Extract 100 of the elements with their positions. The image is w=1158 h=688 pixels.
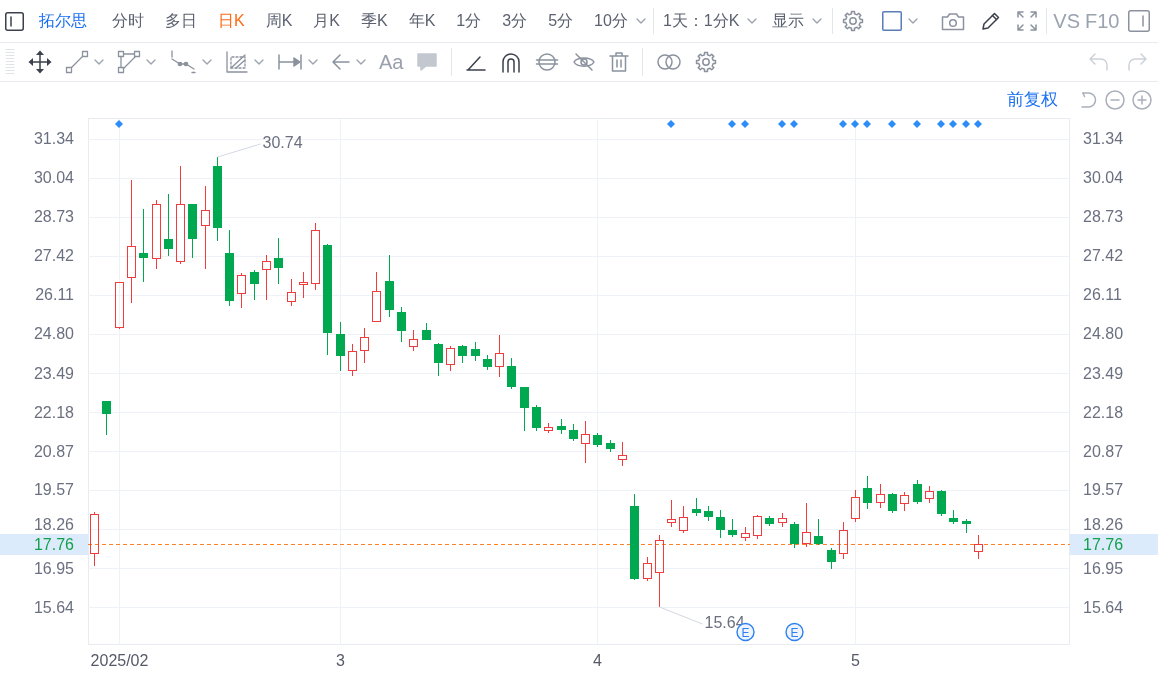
diamond-marker-icon[interactable]	[851, 120, 859, 128]
price-axis-label: 30.04	[33, 169, 74, 187]
period-tab[interactable]: 周K	[265, 11, 293, 31]
candlestick	[753, 514, 762, 540]
diamond-marker-icon[interactable]	[937, 120, 945, 128]
circle-lines-icon[interactable]	[535, 50, 560, 74]
current-price-tag: 17.76	[0, 534, 88, 555]
candlestick	[618, 441, 627, 467]
polygon-icon[interactable]	[117, 50, 141, 74]
diamond-marker-icon[interactable]	[115, 120, 123, 128]
diamond-marker-icon[interactable]	[741, 120, 749, 128]
diamond-marker-icon[interactable]	[667, 120, 675, 128]
measure-icon[interactable]	[277, 52, 303, 72]
camera-icon[interactable]	[941, 10, 966, 32]
candlestick	[495, 334, 504, 378]
candlestick	[692, 497, 701, 517]
settings-icon[interactable]	[695, 51, 718, 73]
caret-icon[interactable]	[94, 59, 104, 65]
caret-icon[interactable]	[356, 59, 366, 65]
candlestick	[827, 547, 836, 570]
overlap-circles-icon[interactable]	[656, 52, 683, 72]
candlestick	[643, 556, 652, 582]
period-tab[interactable]: 分时	[112, 11, 144, 31]
square-icon[interactable]	[882, 11, 903, 31]
diamond-marker-icon[interactable]	[962, 120, 970, 128]
diamond-marker-icon[interactable]	[888, 120, 896, 128]
candlestick	[458, 344, 467, 364]
period-tab[interactable]: 5分	[548, 11, 574, 31]
reset-icon[interactable]	[1078, 90, 1098, 110]
arch-icon[interactable]	[500, 51, 523, 73]
speech-bubble-icon[interactable]	[416, 51, 439, 73]
minute-dropdown[interactable]: 10分	[594, 11, 646, 31]
move-icon[interactable]	[28, 50, 52, 74]
price-axis-label: 26.11	[1083, 286, 1122, 304]
fullscreen-icon[interactable]	[1016, 10, 1039, 32]
price-adjustment-button[interactable]: 前复权	[1007, 89, 1058, 111]
candlestick	[274, 237, 283, 285]
period-tab[interactable]: 季K	[361, 11, 388, 31]
arrow-icon[interactable]	[331, 52, 351, 72]
candlestick	[360, 327, 369, 364]
caret-icon[interactable]	[635, 18, 646, 24]
candlestick	[925, 485, 934, 504]
candlestick	[237, 272, 246, 309]
candlestick	[679, 505, 688, 534]
diamond-marker-icon[interactable]	[778, 120, 786, 128]
price-axis-label: 20.87	[33, 442, 74, 460]
hatched-chart-icon[interactable]	[225, 50, 249, 74]
candlestick	[188, 203, 197, 259]
caret-icon[interactable]	[747, 18, 758, 24]
candlestick	[520, 386, 529, 432]
diamond-marker-icon[interactable]	[974, 120, 982, 128]
candlestick	[606, 439, 615, 453]
polyline-icon[interactable]	[169, 50, 197, 74]
diamond-marker-icon[interactable]	[728, 120, 736, 128]
candlestick	[716, 509, 725, 539]
candlestick	[471, 341, 480, 362]
period-tab[interactable]: 多日	[165, 11, 197, 31]
caret-icon[interactable]	[254, 59, 264, 65]
caret-icon[interactable]	[308, 59, 318, 65]
candlestick	[102, 400, 111, 436]
line-tool-icon[interactable]	[65, 50, 89, 74]
trash-icon[interactable]	[609, 51, 630, 73]
eye-off-icon[interactable]	[572, 50, 597, 74]
price-axis-label: 22.18	[33, 403, 74, 421]
stock-name-link[interactable]: 拓尔思	[39, 11, 87, 31]
candlestick	[532, 404, 541, 432]
drag-handle-icon[interactable]	[5, 47, 15, 77]
caret-icon[interactable]	[812, 18, 823, 24]
caret-icon[interactable]	[202, 59, 212, 65]
display-dropdown[interactable]: 显示	[772, 11, 823, 31]
price-axis-label: 28.73	[1083, 208, 1124, 226]
diamond-marker-icon[interactable]	[839, 120, 847, 128]
diamond-marker-icon[interactable]	[790, 120, 798, 128]
price-axis-label: 23.49	[33, 364, 74, 382]
diamond-marker-icon[interactable]	[913, 120, 921, 128]
price-axis-label: 19.57	[1083, 481, 1124, 499]
panel-icon[interactable]	[1127, 10, 1150, 32]
sidebar-icon[interactable]	[5, 11, 24, 31]
diamond-marker-icon[interactable]	[863, 120, 871, 128]
diamond-marker-icon[interactable]	[949, 120, 957, 128]
price-axis-label: 27.42	[1083, 247, 1124, 265]
settings-icon[interactable]	[842, 10, 865, 32]
zoom-in-icon[interactable]	[1132, 90, 1152, 110]
candlestick	[250, 269, 259, 301]
range-dropdown[interactable]: 1天：1分K	[662, 11, 758, 31]
candlestick	[311, 222, 320, 291]
candlestick	[949, 509, 958, 525]
price-axis-label: 28.73	[33, 208, 74, 226]
caret-icon[interactable]	[908, 18, 919, 24]
event-badge[interactable]: E	[785, 622, 804, 642]
candlestick	[581, 420, 590, 464]
price-axis-label: 31.34	[33, 130, 74, 148]
period-tab[interactable]: 年K	[408, 11, 436, 31]
candlestick	[962, 518, 971, 534]
price-axis-label: 18.26	[1083, 516, 1124, 534]
period-tab[interactable]: 1分	[456, 11, 482, 31]
period-tab[interactable]: 3分	[502, 11, 528, 31]
period-tab[interactable]: 月K	[313, 11, 340, 31]
caret-icon[interactable]	[146, 59, 156, 65]
zoom-out-icon[interactable]	[1105, 90, 1125, 110]
